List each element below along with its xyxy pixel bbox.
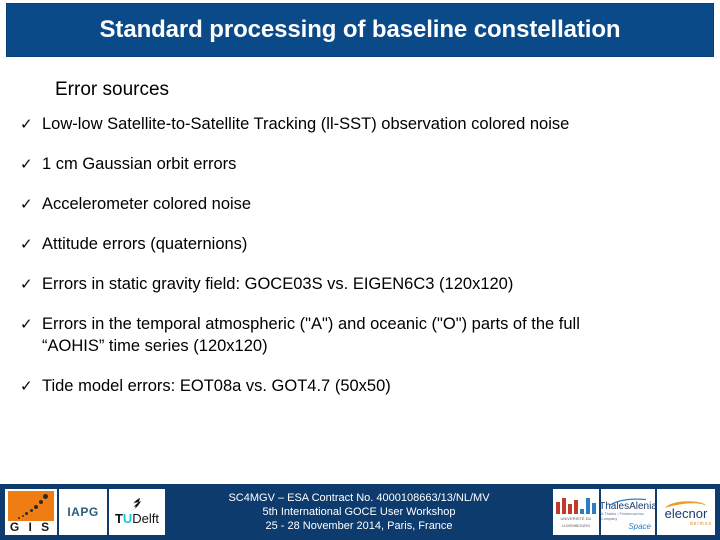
footer-right-logo-group: UNIVERSITÉ DU LUXEMBOURG ThalesAlenia A … bbox=[552, 488, 716, 536]
footer-contract-info: SC4MGV – ESA Contract No. 4000108663/13/… bbox=[166, 491, 552, 533]
uni-luxembourg-logo-mark bbox=[555, 497, 597, 514]
slide-footer: G I S IAPG TUDelft SC4MGV – ESA Contract… bbox=[0, 484, 720, 540]
list-item: ✓ Attitude errors (quaternions) bbox=[0, 233, 720, 255]
list-item: ✓ Accelerometer colored noise bbox=[0, 193, 720, 215]
tudelft-logo: TUDelft bbox=[109, 489, 165, 535]
gis-logo-mark bbox=[8, 491, 54, 521]
list-item: ✓ 1 cm Gaussian orbit errors bbox=[0, 153, 720, 175]
tudelft-u-letter: U bbox=[122, 511, 133, 526]
list-item-label: Attitude errors (quaternions) bbox=[42, 235, 248, 253]
checkmark-icon: ✓ bbox=[20, 315, 33, 333]
error-sources-list: ✓ Low-low Satellite-to-Satellite Trackin… bbox=[0, 113, 720, 415]
thales-space-text: Space bbox=[628, 522, 651, 531]
footer-line-1: SC4MGV – ESA Contract No. 4000108663/13/… bbox=[228, 492, 490, 504]
checkmark-icon: ✓ bbox=[20, 195, 33, 213]
thales-logo-subtext: A Thales / Finmeccanica Company bbox=[601, 512, 644, 521]
iapg-logo-text: IAPG bbox=[67, 505, 99, 519]
list-item: ✓ Errors in static gravity field: GOCE03… bbox=[0, 273, 720, 295]
page-title: Standard processing of baseline constell… bbox=[99, 16, 621, 43]
tudelft-delft-text: Delft bbox=[132, 511, 160, 526]
list-item-label: Tide model errors: EOT08a vs. GOT4.7 (50… bbox=[42, 377, 391, 395]
checkmark-icon: ✓ bbox=[20, 155, 33, 173]
slide-title-bar: Standard processing of baseline constell… bbox=[6, 3, 714, 57]
checkmark-icon: ✓ bbox=[20, 235, 33, 253]
tudelft-logo-text: TUDelft bbox=[114, 511, 160, 526]
gis-logo-text: G I S bbox=[9, 520, 53, 534]
list-item-label: Errors in the temporal atmospheric ("A")… bbox=[42, 313, 720, 357]
elecnor-logo-subtext: deimos bbox=[689, 521, 712, 527]
elecnor-deimos-logo: elecnor deimos bbox=[657, 489, 715, 535]
checkmark-icon: ✓ bbox=[20, 377, 33, 395]
list-item-label: Errors in static gravity field: GOCE03S … bbox=[42, 275, 514, 293]
iapg-logo: IAPG bbox=[59, 489, 107, 535]
footer-left-logo-group: G I S IAPG TUDelft bbox=[4, 488, 166, 536]
footer-line-2: 5th International GOCE User Workshop bbox=[262, 506, 456, 518]
uni-luxembourg-logo-line-2: LUXEMBOURG bbox=[561, 522, 591, 528]
uni-luxembourg-logo: UNIVERSITÉ DU LUXEMBOURG bbox=[553, 489, 599, 535]
uni-luxembourg-logo-line-1: UNIVERSITÉ DU bbox=[560, 515, 592, 521]
list-item: ✓ Tide model errors: EOT08a vs. GOT4.7 (… bbox=[0, 375, 720, 397]
slide: Standard processing of baseline constell… bbox=[0, 0, 720, 540]
checkmark-icon: ✓ bbox=[20, 115, 33, 133]
list-item-line-2: “AOHIS” time series (120x120) bbox=[42, 337, 268, 355]
list-item-label: Accelerometer colored noise bbox=[42, 195, 252, 213]
thales-swoosh-icon bbox=[608, 493, 648, 506]
thales-alenia-space-logo: ThalesAlenia A Thales / Finmeccanica Com… bbox=[601, 489, 655, 535]
footer-line-3: 25 - 28 November 2014, Paris, France bbox=[265, 520, 453, 532]
list-item: ✓ Low-low Satellite-to-Satellite Trackin… bbox=[0, 113, 720, 135]
tudelft-flame-icon bbox=[129, 498, 145, 511]
list-item: ✓ Errors in the temporal atmospheric ("A… bbox=[0, 313, 720, 357]
checkmark-icon: ✓ bbox=[20, 275, 33, 293]
list-item-line-1: Errors in the temporal atmospheric ("A")… bbox=[42, 315, 580, 333]
section-subheading: Error sources bbox=[55, 79, 170, 100]
list-item-label: 1 cm Gaussian orbit errors bbox=[42, 155, 237, 173]
list-item-label: Low-low Satellite-to-Satellite Tracking … bbox=[42, 115, 570, 133]
gis-logo: G I S bbox=[5, 489, 57, 535]
elecnor-logo-text: elecnor bbox=[664, 506, 708, 521]
